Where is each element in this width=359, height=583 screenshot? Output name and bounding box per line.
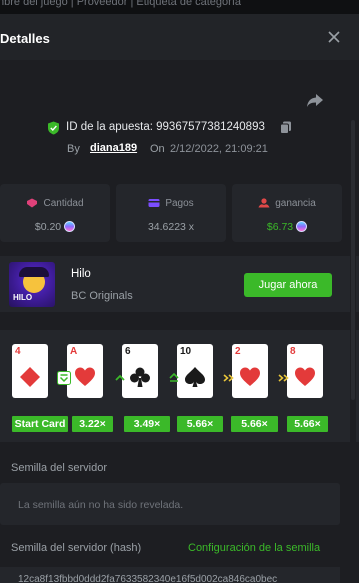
card-rank: 2 [235, 346, 241, 357]
game-provider: BC Originals [71, 290, 133, 302]
modal-title: Detalles [0, 31, 50, 46]
stat-pagos: Pagos 34.6223 x [116, 184, 226, 242]
club-icon [130, 367, 150, 387]
multiplier-badge: 3.49× [124, 416, 170, 432]
stat-label: ganancia [275, 198, 316, 209]
share-icon[interactable] [306, 93, 324, 109]
server-seed-label: Semilla del servidor [11, 462, 107, 474]
up-icon [115, 374, 125, 381]
spade-icon [185, 367, 205, 387]
heart-icon [75, 367, 95, 386]
multiplier-badge: 5.66× [177, 416, 223, 432]
down-icon [57, 371, 71, 385]
server-seed-hash-label: Semilla del servidor (hash) [11, 542, 142, 554]
on-label: On [150, 143, 165, 155]
currency-coin-icon [296, 221, 308, 232]
heart-icon [295, 367, 315, 386]
wallet-icon [148, 199, 160, 207]
details-panel: ID de la apuesta: 99367577381240893 By d… [0, 60, 359, 583]
scrollbar-thumb[interactable] [351, 120, 355, 400]
stat-ganancia: ganancia $6.73 [232, 184, 342, 242]
profit-icon [258, 198, 270, 208]
bet-id-row: ID de la apuesta: 99367577381240893 [0, 120, 359, 136]
game-name: Hilo [71, 268, 91, 280]
server-seed-value: La semilla aún no ha sido revelada. [18, 499, 184, 511]
shield-icon [48, 121, 59, 135]
by-label: By [67, 143, 80, 155]
card-rank: 4 [15, 346, 21, 357]
play-now-button[interactable]: Jugar ahora [244, 273, 332, 297]
cantidad-icon [27, 198, 38, 208]
server-seed-hash-value: 12ca8f13fbbd0ddd2fa7633582340e16f5d002ca… [18, 574, 278, 583]
background-page-strip: nbre del juego | Proveedor | Etiqueta de… [0, 0, 359, 14]
stat-value: 34.6223 x [147, 221, 195, 233]
card-rank: A [70, 346, 78, 357]
card-rank: 6 [125, 346, 131, 357]
stat-value: $6.73 [266, 221, 294, 233]
skip-icon [223, 374, 234, 382]
card-rank: 8 [290, 346, 296, 357]
game-info: HILO Hilo BC Originals Jugar ahora [0, 256, 359, 312]
thumb-label: HILO [13, 293, 33, 302]
card: 10 [177, 344, 213, 398]
bet-id: ID de la apuesta: 99367577381240893 [66, 121, 265, 133]
server-seed-field: La semilla aún no ha sido revelada. [0, 483, 340, 525]
heart-icon [240, 367, 260, 386]
diamond-icon [20, 367, 40, 387]
multiplier-badge: 3.22× [72, 416, 113, 432]
stat-cantidad: Cantidad $0.20 [0, 184, 110, 242]
modal-header: Detalles [0, 14, 359, 60]
stat-label: Pagos [165, 198, 194, 209]
currency-coin-icon [64, 221, 76, 232]
username-link[interactable]: diana189 [90, 142, 137, 154]
card-history: 4 A 6 10 2 8 Start Card 3.22× 3.49× 5.66… [0, 330, 359, 442]
multiplier-badge: Start Card [12, 416, 68, 432]
card: A [67, 344, 103, 398]
card: 4 [12, 344, 48, 398]
seed-config-link[interactable]: Configuración de la semilla [188, 542, 320, 554]
server-seed-hash-field[interactable]: 12ca8f13fbbd0ddd2fa7633582340e16f5d002ca… [0, 567, 340, 583]
stat-value: $0.20 [34, 221, 62, 233]
card: 2 [232, 344, 268, 398]
game-thumbnail[interactable]: HILO [9, 262, 55, 307]
card: 6 [122, 344, 158, 398]
card: 8 [287, 344, 323, 398]
skip-icon [278, 374, 289, 382]
up-equal-icon [169, 372, 179, 382]
multiplier-badge: 5.66× [287, 416, 328, 432]
copy-icon[interactable] [280, 121, 292, 134]
multiplier-badge: 5.66× [231, 416, 278, 432]
stat-label: Cantidad [43, 198, 84, 209]
bet-date: 2/12/2022, 21:09:21 [170, 143, 268, 155]
close-icon[interactable] [327, 30, 341, 44]
card-rank: 10 [180, 346, 192, 357]
background-strip-text: nbre del juego | Proveedor | Etiqueta de… [0, 0, 241, 8]
bettor-row: By diana189 On 2/12/2022, 21:09:21 [0, 142, 359, 158]
